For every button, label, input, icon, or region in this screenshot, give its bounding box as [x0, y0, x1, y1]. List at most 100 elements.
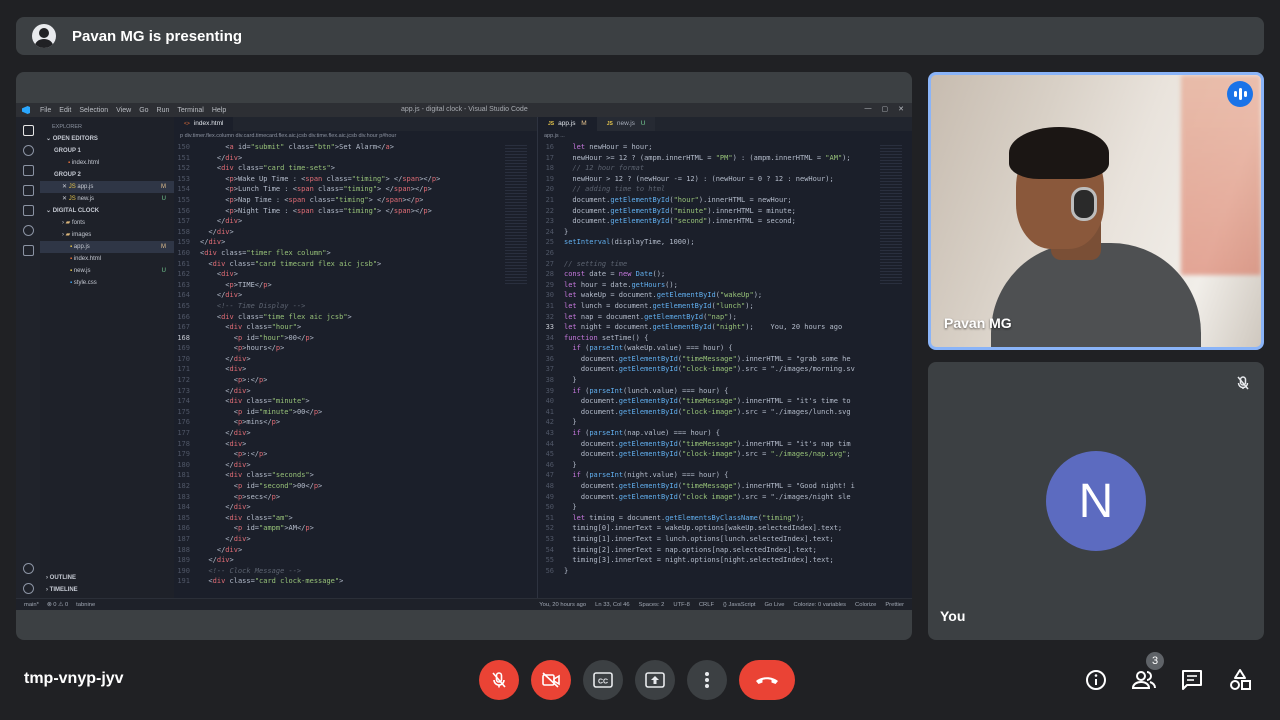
line-number: 34: [545, 333, 554, 342]
code-line: 155 <p>Nap Time : <span class="timing"> …: [174, 195, 537, 206]
open-editor-item: ✕ JS new.js U: [40, 193, 174, 205]
line-number: 158: [177, 227, 190, 236]
line-text: // 12 hour format: [564, 164, 645, 173]
code-line: 181 <div class="seconds">: [174, 470, 537, 481]
meeting-details-button[interactable]: [1076, 660, 1116, 700]
code-line: 180 </div>: [174, 460, 537, 471]
line-number: 177: [177, 429, 190, 438]
camera-off-icon: [542, 672, 560, 688]
leave-call-button[interactable]: [739, 660, 795, 700]
code-line: 173 </div>: [174, 386, 537, 397]
status-item: Ln 33, Col 46: [595, 601, 630, 608]
line-text: <p>Night Time : <span class="timing"> </…: [200, 206, 432, 215]
call-controls: CC: [479, 660, 795, 700]
line-number: 160: [177, 248, 190, 257]
line-number: 157: [177, 217, 190, 226]
activities-button[interactable]: [1220, 660, 1260, 700]
captions-button[interactable]: CC: [583, 660, 623, 700]
line-text: </div>: [200, 153, 243, 162]
background-wall: [1181, 75, 1261, 275]
activity-bar: [16, 117, 40, 598]
line-text: document.getElementById("timeMessage").i…: [564, 439, 851, 448]
participant-tile-you[interactable]: N You: [928, 362, 1264, 640]
line-number: 16: [545, 143, 554, 151]
line-text: <div>: [200, 439, 247, 448]
right-editor: app.js Mnew.js U app.js ... 16 let newHo…: [537, 117, 912, 598]
menu-item: Selection: [79, 106, 109, 114]
code-line: 48 document.getElementById("timeMessage"…: [538, 481, 912, 492]
line-text: newHour >= 12 ? (ampm.innerHTML = "PM") …: [564, 153, 851, 162]
settings-gear-icon: [22, 583, 34, 594]
line-text: <!-- Clock Message -->: [200, 566, 302, 575]
line-text: setInterval(displayTime, 1000);: [564, 238, 695, 247]
code-line: 45 document.getElementById("clock-image"…: [538, 449, 912, 460]
line-text: timing[2].innerText = nap.options[nap.se…: [564, 545, 817, 554]
line-number: 188: [177, 545, 190, 554]
chat-button[interactable]: [1172, 660, 1212, 700]
line-number: 152: [177, 164, 190, 173]
code-line: 25 setInterval(displayTime, 1000);: [538, 237, 912, 248]
code-line: 168 <p id="hour">00</p>: [174, 333, 537, 344]
camera-toggle-button[interactable]: [531, 660, 571, 700]
line-number: 176: [177, 418, 190, 427]
line-text: if (parseInt(lunch.value) === hour) {: [572, 386, 729, 395]
line-text: <div class="am">: [200, 513, 293, 522]
more-options-button[interactable]: [687, 660, 727, 700]
code-line: 178 <div>: [174, 439, 537, 450]
code-line: 165 <!-- Time Display -->: [174, 301, 537, 312]
line-number: 151: [177, 153, 190, 162]
tree-item: ▪ index.html: [40, 253, 174, 265]
line-text: </div>: [200, 545, 243, 554]
presenting-text: Pavan MG is presenting: [72, 27, 243, 45]
line-text: document.getElementById("hour").innerHTM…: [564, 195, 792, 204]
line-text: <p>Lunch Time : <span class="timing"> </…: [200, 185, 432, 194]
present-screen-icon: [645, 672, 665, 688]
menu-item: Terminal: [177, 106, 204, 114]
line-text: <p>mins</p>: [200, 418, 281, 427]
explorer-icon: [22, 125, 34, 136]
explorer-title: EXPLORER: [52, 124, 82, 130]
code-line: 41 document.getElementById("clock-image"…: [538, 407, 912, 418]
code-line: 176 <p>mins</p>: [174, 417, 537, 428]
status-item: UTF-8: [673, 601, 690, 608]
code-line: 150 <a id="submit" class="btn">Set Alarm…: [174, 142, 537, 153]
shared-screen[interactable]: File Edit Selection View Go Run Terminal Help a…: [16, 72, 912, 640]
code-line: 156 <p>Night Time : <span class="timing"…: [174, 206, 537, 217]
line-number: 153: [177, 174, 190, 183]
line-text: }: [564, 227, 569, 236]
code-line: 189 </div>: [174, 555, 537, 566]
speaking-indicator-icon: [1227, 81, 1253, 107]
line-text: <a id="submit" class="btn">Set Alarm</a>: [200, 143, 394, 151]
line-number: 33: [545, 323, 554, 332]
left-breadcrumb: p div.timer.flex.column div.card.timecar…: [180, 133, 397, 139]
people-button[interactable]: 3: [1124, 652, 1164, 700]
line-number: 187: [177, 534, 190, 543]
group1-label: GROUP 1: [54, 148, 81, 154]
line-number: 174: [177, 397, 190, 406]
line-number: 46: [545, 460, 554, 469]
line-number: 43: [545, 429, 554, 438]
line-number: 167: [177, 323, 190, 332]
line-number: 173: [177, 386, 190, 395]
participant-tile-pavan[interactable]: Pavan MG: [928, 72, 1264, 350]
code-line: 188 </div>: [174, 545, 537, 556]
line-number: 162: [177, 270, 190, 279]
mic-toggle-button[interactable]: [479, 660, 519, 700]
line-text: </div>: [200, 354, 251, 363]
code-line: 166 <div class="time flex aic jcsb">: [174, 312, 537, 323]
left-minimap: [505, 145, 527, 285]
line-number: 52: [545, 524, 554, 533]
headphone: [1071, 187, 1097, 221]
menu-item: Edit: [59, 106, 72, 114]
participants-count-badge: 3: [1146, 652, 1164, 670]
present-now-button[interactable]: [635, 660, 675, 700]
code-line: 161 <div class="card timecard flex aic j…: [174, 259, 537, 270]
participant-hair: [1009, 127, 1109, 179]
people-icon: [1131, 671, 1156, 689]
line-text: // adding time to html: [564, 185, 666, 194]
line-number: 185: [177, 513, 190, 522]
line-number: 51: [545, 513, 554, 522]
line-text: <div class="seconds">: [200, 471, 314, 480]
code-line: 38 }: [538, 375, 912, 386]
code-line: 43 if (parseInt(nap.value) === hour) {: [538, 428, 912, 439]
